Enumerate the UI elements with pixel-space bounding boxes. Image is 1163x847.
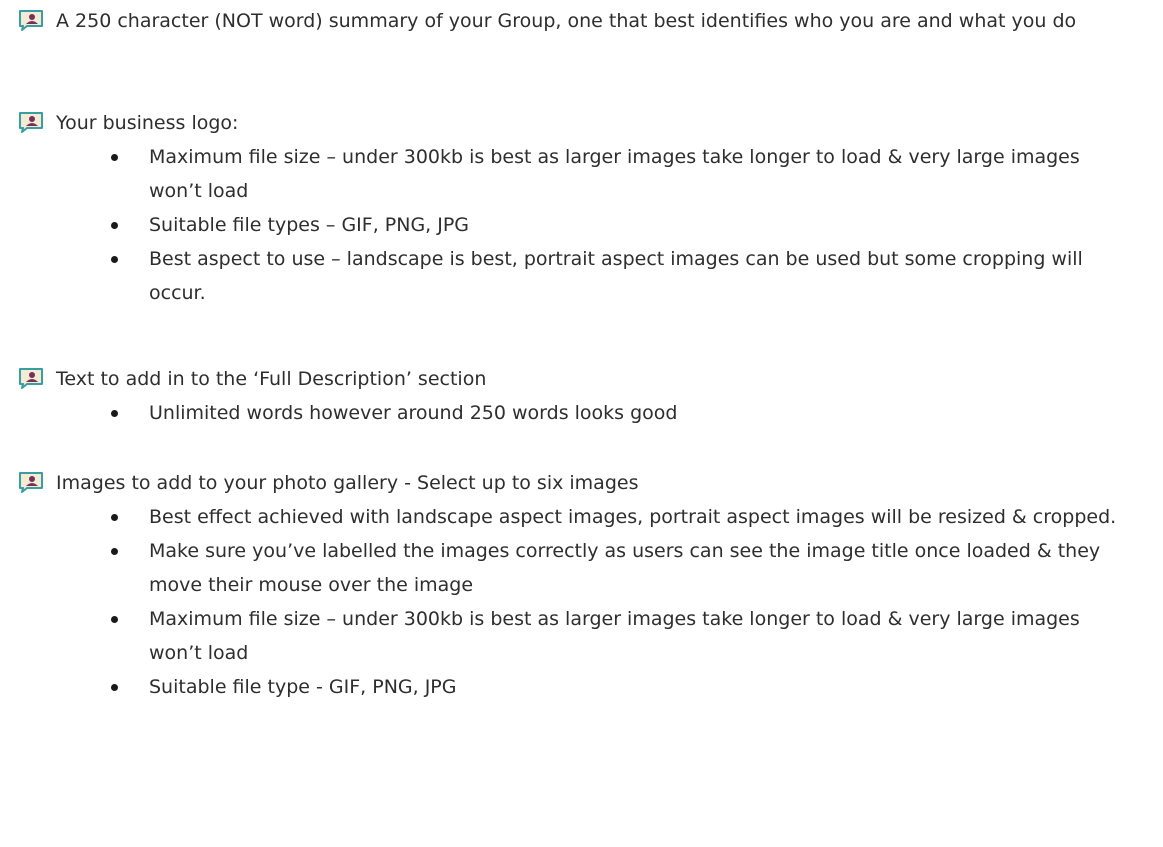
bullet-text: Unlimited words however around 250 words… [149, 402, 678, 424]
bullet-icon [111, 684, 118, 691]
checklist-item-text: Images to add to your photo gallery - Se… [56, 472, 639, 494]
bullet-item: Suitable file types – GIF, PNG, JPG [0, 208, 1163, 242]
bullet-icon [111, 548, 118, 555]
checklist-item-text: Text to add in to the ‘Full Description’… [56, 368, 487, 390]
bullet-item: Maximum file size – under 300kb is best … [0, 602, 1163, 670]
bullet-text: Suitable file types – GIF, PNG, JPG [149, 214, 470, 236]
bullet-icon [111, 616, 118, 623]
bullet-icon [111, 410, 118, 417]
bullet-icon [111, 222, 118, 229]
bullet-text: Maximum file size – under 300kb is best … [149, 608, 1080, 664]
bullet-text: Best effect achieved with landscape aspe… [149, 506, 1117, 528]
checklist-item-heading: A 250 character (NOT word) summary of yo… [0, 4, 1163, 38]
checklist-item-heading: Images to add to your photo gallery - Se… [0, 466, 1163, 500]
checklist-item: Your business logo: Maximum file size – … [0, 106, 1163, 310]
bullet-item: Best aspect to use – landscape is best, … [0, 242, 1163, 310]
bullet-list: Maximum file size – under 300kb is best … [0, 140, 1163, 310]
bullet-icon [111, 154, 118, 161]
bullet-item: Best effect achieved with landscape aspe… [0, 500, 1163, 534]
bullet-item: Suitable file type - GIF, PNG, JPG [0, 670, 1163, 704]
checklist-item: A 250 character (NOT word) summary of yo… [0, 4, 1163, 38]
bullet-text: Suitable file type - GIF, PNG, JPG [149, 676, 457, 698]
checkbox-person-icon [18, 471, 44, 493]
checklist-item: Text to add in to the ‘Full Description’… [0, 362, 1163, 430]
checklist-item-text: A 250 character (NOT word) summary of yo… [56, 10, 1077, 32]
checklist-item: Images to add to your photo gallery - Se… [0, 466, 1163, 704]
checklist-item-heading: Your business logo: [0, 106, 1163, 140]
bullet-item: Unlimited words however around 250 words… [0, 396, 1163, 430]
checklist-item-text: Your business logo: [56, 112, 239, 134]
bullet-icon [111, 256, 118, 263]
bullet-icon [111, 514, 118, 521]
bullet-list: Unlimited words however around 250 words… [0, 396, 1163, 430]
bullet-text: Maximum file size – under 300kb is best … [149, 146, 1080, 202]
bullet-text: Best aspect to use – landscape is best, … [149, 248, 1083, 304]
checkbox-person-icon [18, 9, 44, 31]
bullet-list: Best effect achieved with landscape aspe… [0, 500, 1163, 704]
checklist-item-heading: Text to add in to the ‘Full Description’… [0, 362, 1163, 396]
document-page: A 250 character (NOT word) summary of yo… [0, 0, 1163, 847]
bullet-text: Make sure you’ve labelled the images cor… [149, 540, 1101, 596]
checkbox-person-icon [18, 111, 44, 133]
bullet-item: Maximum file size – under 300kb is best … [0, 140, 1163, 208]
bullet-item: Make sure you’ve labelled the images cor… [0, 534, 1163, 602]
checkbox-person-icon [18, 367, 44, 389]
